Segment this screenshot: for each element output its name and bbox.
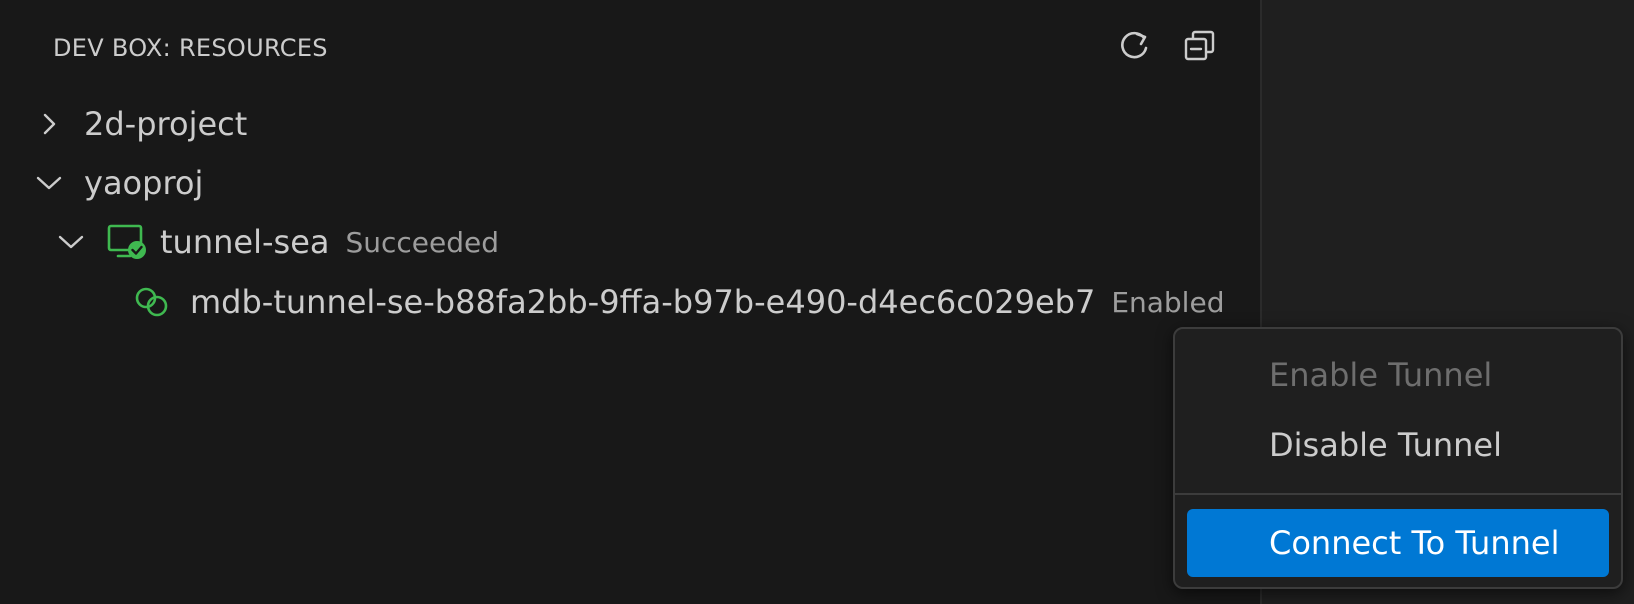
chevron-down-icon [32,166,66,200]
tree-item-tunnel[interactable]: mdb-tunnel-se-b88fa2bb-9ffa-b97b-e490-d4… [132,276,1224,328]
devbox-label: tunnel-sea [160,223,330,261]
menu-item-disable-tunnel[interactable]: Disable Tunnel [1187,411,1609,479]
panel-title: DEV BOX: RESOURCES [53,34,328,62]
menu-item-connect-to-tunnel[interactable]: Connect To Tunnel [1187,509,1609,577]
project-label: yaoproj [84,164,204,202]
tunnel-status: Enabled [1111,285,1225,319]
chevron-down-icon [54,225,88,259]
link-icon [132,284,172,320]
resources-panel: DEV BOX: RESOURCES 2d-project yaoproj tu… [0,0,1262,604]
refresh-button[interactable] [1112,24,1156,68]
menu-separator [1175,493,1621,495]
collapse-all-button[interactable] [1178,24,1222,68]
refresh-icon [1121,31,1148,59]
chevron-right-icon [32,107,66,141]
tunnel-label: mdb-tunnel-se-b88fa2bb-9ffa-b97b-e490-d4… [190,283,1096,321]
devbox-status: Succeeded [345,225,500,259]
tree-item-yaoproj[interactable]: yaoproj [32,157,203,209]
collapse-all-icon [1184,30,1215,61]
tree-item-devbox[interactable]: tunnel-sea Succeeded [54,216,499,268]
devbox-check-icon [106,222,148,262]
tree-item-2d-project[interactable]: 2d-project [32,98,247,150]
context-menu: Enable Tunnel Disable Tunnel Connect To … [1173,327,1623,589]
panel-actions [1112,24,1222,68]
project-label: 2d-project [84,105,248,143]
menu-item-enable-tunnel[interactable]: Enable Tunnel [1187,341,1609,409]
